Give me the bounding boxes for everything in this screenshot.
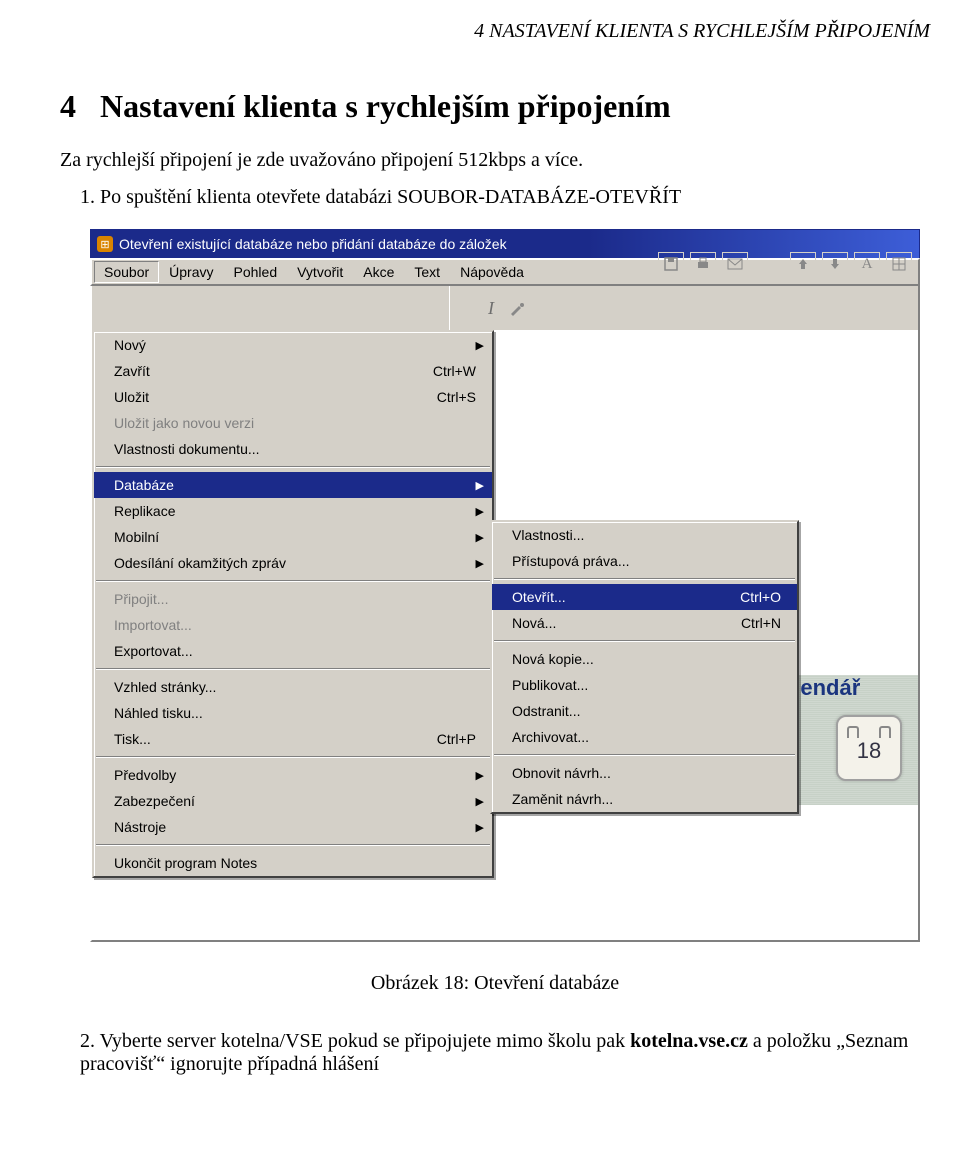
menu-text[interactable]: Text — [404, 261, 450, 283]
menu-item[interactable]: Publikovat... — [492, 672, 797, 698]
italic-icon[interactable]: I — [488, 298, 494, 319]
step-2: 2. Vyberte server kotelna/VSE pokud se p… — [80, 1030, 930, 1076]
calendar-icon[interactable]: 18 — [836, 715, 902, 781]
menu-item[interactable]: Přístupová práva... — [492, 548, 797, 574]
menu-upravy[interactable]: Úpravy — [159, 261, 223, 283]
menu-item[interactable]: Tisk...Ctrl+P — [94, 726, 492, 752]
menu-vytvorit[interactable]: Vytvořit — [287, 261, 353, 283]
menu-item[interactable]: Odesílání okamžitých zpráv▶ — [94, 550, 492, 576]
menu-item[interactable]: Vlastnosti dokumentu... — [94, 436, 492, 462]
step-1: 1. Po spuštění klienta otevřete databázi… — [80, 186, 930, 209]
menu-item[interactable]: Databáze▶ — [94, 472, 492, 498]
menu-item[interactable]: Předvolby▶ — [94, 762, 492, 788]
toolbar-area: I — [90, 286, 920, 330]
menu-item[interactable]: Replikace▶ — [94, 498, 492, 524]
figure-caption: Obrázek 18: Otevření databáze — [60, 972, 930, 995]
menu-item[interactable]: Nástroje▶ — [94, 814, 492, 840]
menu-item[interactable]: Nový▶ — [94, 332, 492, 358]
menu-item[interactable]: Nová...Ctrl+N — [492, 610, 797, 636]
menu-item[interactable]: Vzhled stránky... — [94, 674, 492, 700]
menu-item[interactable]: Obnovit návrh... — [492, 760, 797, 786]
calendar-day: 18 — [857, 738, 881, 764]
save-icon[interactable] — [658, 252, 684, 276]
app-icon: ⊞ — [97, 236, 113, 252]
calendar-label: alendář — [782, 675, 918, 701]
menu-item: Připojit... — [94, 586, 492, 612]
brush-icon[interactable] — [506, 297, 528, 319]
print-icon[interactable] — [690, 252, 716, 276]
menu-item[interactable]: Archivovat... — [492, 724, 797, 750]
databaze-submenu: Vlastnosti...Přístupová práva... Otevřít.… — [490, 520, 799, 814]
menu-item[interactable]: Odstranit... — [492, 698, 797, 724]
running-header: 4 NASTAVENÍ KLIENTA S RYCHLEJŠÍM PŘIPOJE… — [60, 20, 930, 43]
window-title: Otevření existující databáze nebo přidán… — [119, 236, 507, 252]
menu-item[interactable]: Exportovat... — [94, 638, 492, 664]
soubor-menu: Nový▶ZavřítCtrl+WUložitCtrl+SUložit jako… — [92, 330, 494, 878]
menu-item: Importovat... — [94, 612, 492, 638]
menu-item[interactable]: Zabezpečení▶ — [94, 788, 492, 814]
mail-icon[interactable] — [722, 252, 748, 276]
menu-item[interactable]: Zaměnit návrh... — [492, 786, 797, 812]
menu-item[interactable]: ZavřítCtrl+W — [94, 358, 492, 384]
menu-soubor[interactable]: Soubor — [94, 261, 159, 283]
menu-item[interactable]: UložitCtrl+S — [94, 384, 492, 410]
menu-item[interactable]: Náhled tisku... — [94, 700, 492, 726]
app-window: ⊞ Otevření existující databáze nebo přid… — [90, 229, 920, 942]
menu-item[interactable]: Ukončit program Notes — [94, 850, 492, 876]
arrow-down-icon[interactable] — [822, 252, 848, 276]
grid-icon[interactable] — [886, 252, 912, 276]
menu-akce[interactable]: Akce — [353, 261, 404, 283]
menu-pohled[interactable]: Pohled — [224, 261, 288, 283]
menu-item[interactable]: Vlastnosti... — [492, 522, 797, 548]
section-heading: 4 Nastavení klienta s rychlejším připoje… — [60, 88, 930, 125]
font-a-icon[interactable]: A — [854, 252, 880, 276]
menu-item[interactable]: Nová kopie... — [492, 646, 797, 672]
arrow-up-icon[interactable] — [790, 252, 816, 276]
app-canvas: alendář 18 — [90, 330, 920, 942]
menu-item[interactable]: Otevřít...Ctrl+O — [492, 584, 797, 610]
menu-napoveda[interactable]: Nápověda — [450, 261, 534, 283]
figure-18: ⊞ Otevření existující databáze nebo přid… — [90, 229, 930, 942]
menu-item[interactable]: Mobilní▶ — [94, 524, 492, 550]
intro-paragraph: Za rychlejší připojení je zde uvažováno … — [60, 147, 930, 174]
menu-item: Uložit jako novou verzi — [94, 410, 492, 436]
